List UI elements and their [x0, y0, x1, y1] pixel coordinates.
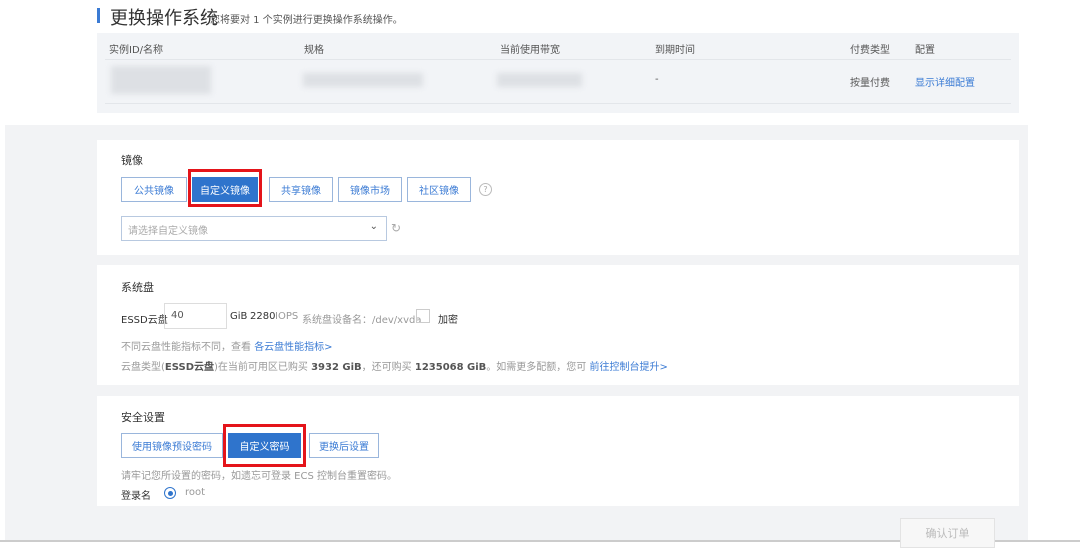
- highlight-box: [188, 169, 262, 207]
- encrypt-label: 加密: [438, 315, 458, 326]
- help-icon[interactable]: ?: [479, 183, 492, 196]
- quota-disk-type: ESSD云盘: [164, 362, 214, 373]
- table-divider: [105, 59, 1011, 60]
- quota-text: ，还可购买: [361, 362, 412, 373]
- col-header-config: 配置: [915, 45, 935, 56]
- col-header-expire: 到期时间: [655, 45, 695, 56]
- disk-type: ESSD云盘: [121, 315, 168, 326]
- quota-text: 。如需更多配额，您可: [486, 362, 587, 373]
- encrypt-checkbox[interactable]: [416, 309, 430, 323]
- col-header-bandwidth: 当前使用带宽: [500, 45, 560, 56]
- device-name: 系统盘设备名：/dev/xvda: [302, 315, 422, 326]
- disk-label: 系统盘: [121, 281, 154, 294]
- disk-unit: GiB: [230, 311, 248, 322]
- password-hint: 请牢记您所设置的密码，如遗忘可登录 ECS 控制台重置密码。: [121, 471, 398, 482]
- col-header-spec: 规格: [304, 45, 324, 56]
- iops-label: IOPS: [275, 311, 299, 322]
- tab-image-market[interactable]: 镜像市场: [338, 177, 402, 202]
- image-card: 镜像 公共镜像 自定义镜像 共享镜像 镜像市场 社区镜像 ? 请选择自定义镜像 …: [97, 140, 1019, 255]
- highlight-box: [223, 424, 306, 467]
- custom-image-select[interactable]: 请选择自定义镜像 ⌄: [121, 216, 387, 241]
- chevron-down-icon: ⌄: [369, 221, 378, 232]
- tab-image-preset-password[interactable]: 使用镜像预设密码: [121, 433, 223, 458]
- security-card: 安全设置 使用镜像预设密码 自定义密码 更换后设置 请牢记您所设置的密码，如遗忘…: [97, 396, 1019, 506]
- instance-table: 实例ID/名称 规格 当前使用带宽 到期时间 付费类型 配置 - 按量付费 显示…: [97, 33, 1019, 113]
- quota-upgrade-link[interactable]: 前往控制台提升>: [590, 362, 668, 373]
- show-config-link[interactable]: 显示详细配置: [915, 74, 975, 89]
- tab-public-image[interactable]: 公共镜像: [121, 177, 187, 202]
- table-divider: [105, 103, 1011, 104]
- refresh-icon[interactable]: ↻: [391, 221, 401, 235]
- confirm-order-button[interactable]: 确认订单: [900, 518, 995, 548]
- select-placeholder: 请选择自定义镜像: [128, 226, 208, 237]
- col-header-id: 实例ID/名称: [109, 45, 164, 56]
- system-disk-card: 系统盘 ESSD云盘 40 GiB 2280 IOPS 系统盘设备名：/dev/…: [97, 265, 1019, 385]
- login-value: root: [185, 487, 206, 498]
- root-radio[interactable]: [164, 487, 176, 499]
- tab-community-image[interactable]: 社区镜像: [407, 177, 471, 202]
- image-label: 镜像: [121, 154, 143, 167]
- blurred-spec: [303, 73, 423, 87]
- blurred-instance-id: [111, 66, 211, 94]
- expire-value: -: [655, 74, 659, 85]
- security-label: 安全设置: [121, 411, 165, 424]
- quota-text: 云盘类型(: [121, 362, 165, 373]
- tab-set-after-change[interactable]: 更换后设置: [309, 433, 379, 458]
- blurred-bandwidth: [497, 73, 582, 87]
- quota-remaining: 1235068 GiB: [414, 362, 487, 373]
- col-header-billing: 付费类型: [850, 45, 890, 56]
- quota-bought: 3932 GiB: [311, 362, 362, 373]
- page-subtitle: 您将要对 1 个实例进行更换操作系统操作。: [210, 15, 403, 26]
- disk-size-input[interactable]: 40: [164, 303, 227, 329]
- iops-value: 2280: [250, 311, 276, 322]
- billing-value: 按量付费: [850, 78, 890, 89]
- login-label: 登录名: [121, 491, 151, 502]
- page-title: 更换操作系统: [110, 8, 218, 29]
- quota-text: )在当前可用区已购买: [214, 362, 308, 373]
- title-accent-bar: [97, 8, 100, 23]
- disk-performance-link[interactable]: 各云盘性能指标>: [254, 342, 332, 353]
- disk-hint: 不同云盘性能指标不同，查看: [121, 342, 251, 353]
- tab-shared-image[interactable]: 共享镜像: [269, 177, 333, 202]
